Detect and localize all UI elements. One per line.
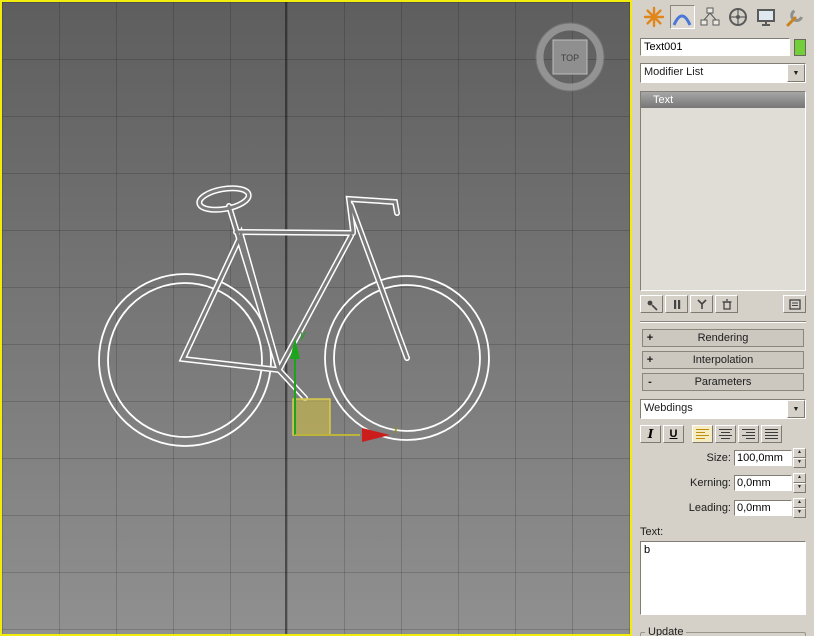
modifier-stack-item-text[interactable]: Text [641,92,805,108]
leading-spinner[interactable]: ▲▼ [793,498,806,518]
size-spinner[interactable]: ▲▼ [793,448,806,468]
tab-motion[interactable] [726,5,751,29]
italic-button[interactable]: I [640,425,661,443]
modifier-stack-toolbar [640,295,806,313]
size-field[interactable] [734,450,792,466]
modify-icon [671,6,693,28]
motion-icon [727,6,749,28]
update-group-label: Update [645,626,686,636]
kerning-spinner[interactable]: ▲▼ [793,473,806,493]
gizmo-x-label: x [392,424,399,436]
align-left-icon [696,429,709,439]
kerning-field[interactable] [734,475,792,491]
tab-utilities[interactable] [781,5,806,29]
remove-modifier-button[interactable] [715,295,738,313]
view-indicator-label: TOP [561,53,579,63]
viewport-top[interactable]: y x TOP [0,0,632,636]
size-label: Size: [707,452,731,464]
command-panel: Modifier List ▼ Text [632,0,814,636]
leading-label: Leading: [689,502,731,514]
align-justify-button[interactable] [761,425,782,443]
make-unique-icon [695,298,709,311]
rollout-rendering-label: Rendering [657,332,789,344]
configure-sets-icon [788,298,802,311]
underline-button[interactable]: U [663,425,684,443]
spinner-up-icon[interactable]: ▲ [793,473,806,483]
chevron-down-icon[interactable]: ▼ [787,400,805,418]
tab-hierarchy[interactable] [698,5,723,29]
panel-divider [640,321,806,323]
leading-field[interactable] [734,500,792,516]
align-right-button[interactable] [738,425,759,443]
pin-stack-button[interactable] [640,295,663,313]
modifier-list-label: Modifier List [644,66,703,78]
rollout-rendering[interactable]: + Rendering [642,329,804,347]
modifier-stack: Text [640,91,806,291]
font-dropdown[interactable]: Webdings ▼ [640,399,806,419]
spinner-down-icon[interactable]: ▼ [793,483,806,493]
object-color-swatch[interactable] [794,39,806,56]
chevron-down-icon[interactable]: ▼ [787,64,805,82]
view-indicator[interactable]: TOP [536,23,604,91]
transform-gizmo[interactable]: y x [290,329,399,442]
hierarchy-icon [699,6,721,28]
make-unique-button[interactable] [690,295,713,313]
trash-icon [720,298,734,311]
spinner-up-icon[interactable]: ▲ [793,498,806,508]
spinner-up-icon[interactable]: ▲ [793,448,806,458]
rollout-parameters-label: Parameters [657,376,789,388]
tab-create[interactable] [642,5,667,29]
kerning-label: Kerning: [690,477,731,489]
rollout-interpolation[interactable]: + Interpolation [642,351,804,369]
update-group: Update Update [640,626,806,636]
rollout-interpolation-label: Interpolation [657,354,789,366]
text-entry-area[interactable]: b [640,541,806,615]
gizmo-xy-plane-handle[interactable] [293,399,330,435]
rollout-collapse-icon: - [643,376,657,388]
spinner-down-icon[interactable]: ▼ [793,508,806,518]
gizmo-x-arrowhead[interactable] [362,428,390,442]
font-name: Webdings [644,402,693,414]
object-name-input[interactable] [640,38,790,56]
modifier-list-dropdown[interactable]: Modifier List ▼ [640,63,806,83]
align-right-icon [742,429,755,439]
gizmo-y-label: y [299,329,307,341]
align-left-button[interactable] [692,425,713,443]
align-center-icon [719,429,732,439]
rollout-expand-icon: + [643,354,657,366]
rollout-parameters[interactable]: - Parameters [642,373,804,391]
show-end-result-button[interactable] [665,295,688,313]
show-end-result-icon [670,298,684,311]
viewport-overlay: y x TOP [2,2,630,634]
create-icon [643,6,665,28]
text-label: Text: [640,526,806,538]
display-icon [755,6,777,28]
pin-icon [645,298,659,311]
text-style-toolbar: I U [640,425,806,443]
command-panel-tabs [640,0,806,33]
spinner-down-icon[interactable]: ▼ [793,458,806,468]
rollout-expand-icon: + [643,332,657,344]
configure-modifier-sets-button[interactable] [783,295,806,313]
utilities-icon [783,6,805,28]
tab-display[interactable] [753,5,778,29]
tab-modify[interactable] [670,5,695,29]
align-justify-icon [765,429,778,439]
align-center-button[interactable] [715,425,736,443]
